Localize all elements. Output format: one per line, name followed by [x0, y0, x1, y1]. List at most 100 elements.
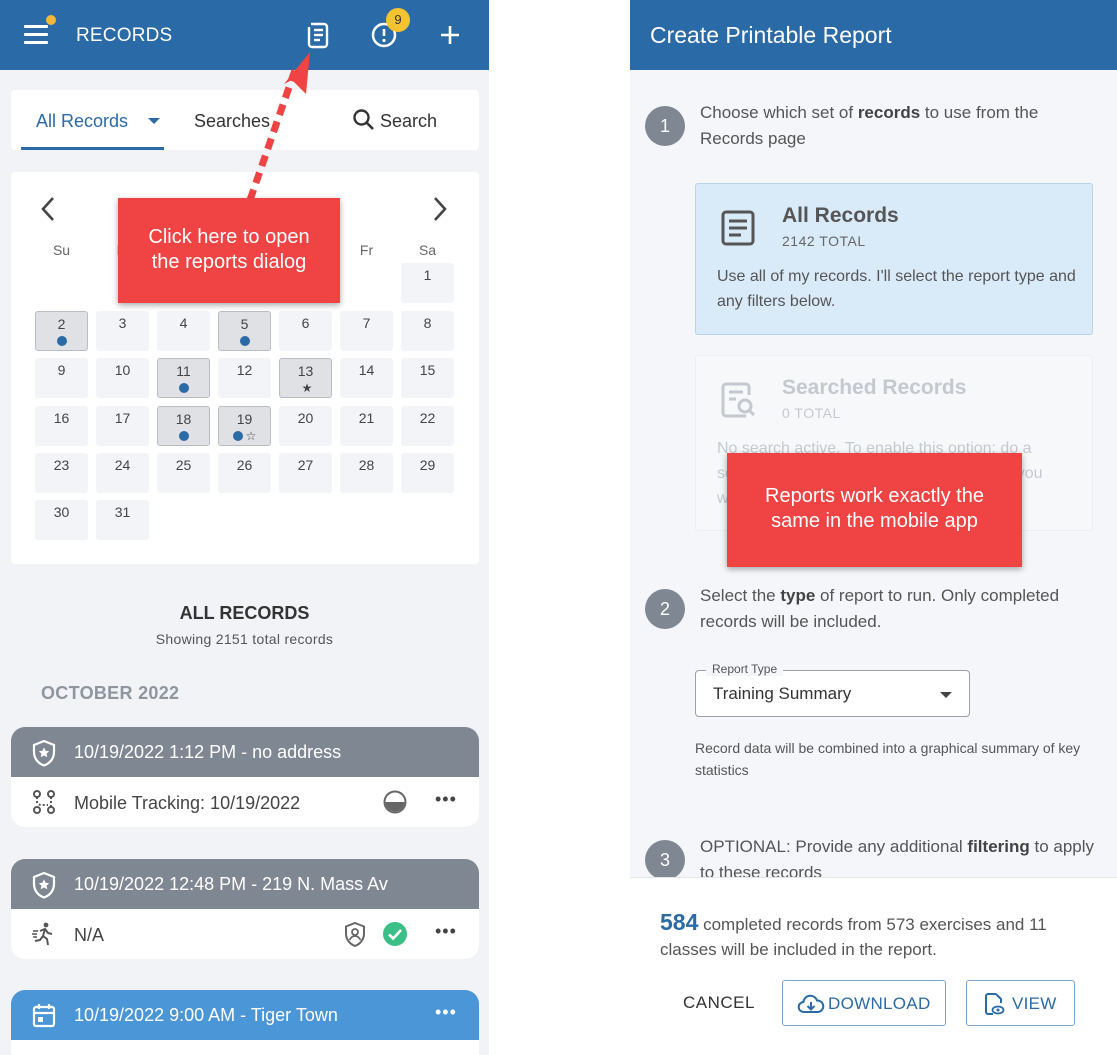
- record-header[interactable]: 10/19/2022 9:00 AM - Tiger Town •••: [11, 990, 479, 1040]
- calendar-day-number: 2: [57, 316, 66, 332]
- calendar-day[interactable]: 7: [340, 311, 393, 351]
- alert-count-badge: 9: [386, 8, 410, 32]
- step-number: 3: [645, 840, 685, 880]
- search-label: Search: [380, 111, 438, 131]
- option-all-records[interactable]: All Records 2142 TOTAL Use all of my rec…: [695, 183, 1093, 335]
- chevron-right-icon: [434, 197, 447, 221]
- option-description: Use all of my records. I'll select the r…: [717, 268, 1076, 310]
- dialog-footer: 584 completed records from 573 exercises…: [630, 877, 1117, 1055]
- record-card[interactable]: 10/19/2022 12:48 PM - 219 N. Mass Av N/A…: [11, 859, 479, 959]
- tab-all-records[interactable]: All Records: [21, 90, 164, 150]
- calendar-day-number: 9: [57, 362, 66, 378]
- calendar-day[interactable]: 25: [157, 453, 210, 493]
- calendar-day[interactable]: 2: [35, 311, 88, 351]
- menu-icon[interactable]: [24, 15, 56, 45]
- calendar-day-number: 22: [419, 410, 436, 426]
- calendar-day[interactable]: 12: [218, 358, 271, 398]
- calendar-day[interactable]: 26: [218, 453, 271, 493]
- record-dot-icon: [178, 382, 189, 393]
- add-icon[interactable]: [435, 20, 465, 50]
- option-title: Searched Records: [782, 376, 967, 399]
- calendar-day[interactable]: 1: [401, 263, 454, 303]
- check-circle-icon: [383, 922, 407, 946]
- more-options-icon[interactable]: •••: [435, 789, 457, 810]
- record-dot-icon: [239, 335, 250, 346]
- calendar-day[interactable]: 6: [279, 311, 332, 351]
- step2-text: Select the type of report to run. Only c…: [700, 586, 1060, 631]
- calendar-day[interactable]: 4: [157, 311, 210, 351]
- calendar-day-number: 31: [114, 504, 131, 520]
- month-header: OCTOBER 2022: [41, 683, 180, 703]
- calendar-day-number: 16: [53, 410, 70, 426]
- calendar-day[interactable]: 21: [340, 406, 393, 446]
- calendar-prev-button[interactable]: [35, 194, 61, 224]
- report-type-select[interactable]: Report Type Training Summary: [695, 662, 970, 717]
- calendar-day-number: 14: [358, 362, 375, 378]
- record-dot-icon: [56, 335, 67, 346]
- calendar-day[interactable]: 18: [157, 406, 210, 446]
- record-card[interactable]: 10/19/2022 9:00 AM - Tiger Town •••: [11, 990, 479, 1055]
- calendar-day-number: 25: [175, 457, 192, 473]
- calendar-day[interactable]: 17: [96, 406, 149, 446]
- weekday-label: Sa: [418, 242, 437, 258]
- calendar-day[interactable]: 15: [401, 358, 454, 398]
- dialog-title: Create Printable Report: [650, 22, 892, 48]
- callout-line: the reports dialog: [151, 251, 307, 273]
- option-title: All Records: [782, 204, 899, 227]
- record-card[interactable]: 10/19/2022 1:12 PM - no address Mobile T…: [11, 727, 479, 827]
- chevron-down-icon: [940, 692, 952, 698]
- cancel-button[interactable]: CANCEL: [683, 993, 755, 1013]
- calendar-day[interactable]: 30: [35, 500, 88, 540]
- list-title: ALL RECORDS: [179, 603, 310, 623]
- calendar-icon: [32, 1004, 56, 1028]
- option-count: 2142 TOTAL: [782, 233, 866, 249]
- download-button[interactable]: DOWNLOAD: [782, 980, 946, 1026]
- calendar-day-number: 21: [358, 410, 375, 426]
- download-label: DOWNLOAD: [828, 994, 931, 1013]
- calendar-day[interactable]: 13 ★: [279, 358, 332, 398]
- record-header[interactable]: 10/19/2022 12:48 PM - 219 N. Mass Av: [11, 859, 479, 909]
- calendar-day[interactable]: 23: [35, 453, 88, 493]
- view-button[interactable]: VIEW: [966, 980, 1075, 1026]
- record-header[interactable]: 10/19/2022 1:12 PM - no address: [11, 727, 479, 777]
- shield-person-icon: [345, 921, 365, 947]
- calendar-day[interactable]: 16: [35, 406, 88, 446]
- calendar-day-number: 17: [114, 410, 131, 426]
- record-dot-icon: [178, 430, 189, 441]
- calendar-next-button[interactable]: [427, 194, 453, 224]
- step-number: 1: [645, 106, 685, 146]
- route-icon: [33, 790, 55, 814]
- cloud-download-icon: [797, 994, 825, 1013]
- document-search-icon: [721, 382, 756, 418]
- step-number: 2: [645, 589, 685, 629]
- calendar-day[interactable]: 28: [340, 453, 393, 493]
- calendar-day-number: 20: [297, 410, 314, 426]
- more-options-icon[interactable]: •••: [435, 921, 457, 942]
- calendar-day[interactable]: 8: [401, 311, 454, 351]
- chevron-down-icon: [148, 118, 160, 124]
- calendar-day-number: 12: [236, 362, 253, 378]
- calendar-day[interactable]: 22: [401, 406, 454, 446]
- calendar-day[interactable]: 10: [96, 358, 149, 398]
- calendar-day[interactable]: 5: [218, 311, 271, 351]
- callout-line: Reports work exactly the: [765, 485, 984, 507]
- calendar-day-number: 24: [114, 457, 131, 473]
- record-dot-icon: [232, 430, 243, 441]
- calendar-day[interactable]: 19 ☆: [218, 406, 271, 446]
- calendar-day[interactable]: 31: [96, 500, 149, 540]
- calendar-day-number: 13: [297, 363, 314, 379]
- more-options-icon[interactable]: •••: [435, 1002, 457, 1023]
- calendar-day[interactable]: 29: [401, 453, 454, 493]
- calendar-day[interactable]: 3: [96, 311, 149, 351]
- report-type-label: Report Type: [706, 662, 784, 676]
- option-count: 0 TOTAL: [782, 405, 841, 421]
- record-subtitle: Mobile Tracking: 10/19/2022: [74, 793, 301, 813]
- calendar-day[interactable]: 24: [96, 453, 149, 493]
- running-person-icon: [32, 922, 53, 946]
- calendar-day[interactable]: 27: [279, 453, 332, 493]
- calendar-day[interactable]: 20: [279, 406, 332, 446]
- app-title: RECORDS: [76, 25, 173, 46]
- calendar-day[interactable]: 9: [35, 358, 88, 398]
- calendar-day[interactable]: 14: [340, 358, 393, 398]
- calendar-day[interactable]: 11: [157, 358, 210, 398]
